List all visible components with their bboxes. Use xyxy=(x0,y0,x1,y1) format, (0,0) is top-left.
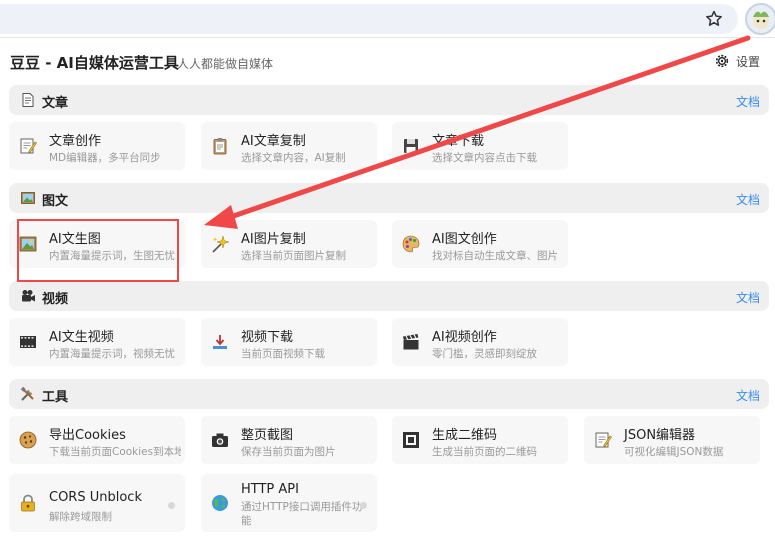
section-tools: 工具 文档 xyxy=(9,379,769,409)
card-title: 视频下载 xyxy=(241,330,294,345)
card-title: HTTP API xyxy=(241,482,299,497)
card-title: 文章创作 xyxy=(49,134,102,149)
card-video-download[interactable]: 视频下载 当前页面视频下载 xyxy=(201,318,377,366)
section-article: 文章 文档 xyxy=(9,85,769,115)
picture-icon xyxy=(21,192,35,204)
card-title: 文章下载 xyxy=(432,134,485,149)
card-description: 找对标自动生成文章、图片 xyxy=(432,250,558,262)
section-title: 视频 xyxy=(42,292,69,307)
avatar-image-icon xyxy=(753,11,769,29)
card-title: JSON编辑器 xyxy=(624,428,696,443)
clapper-icon xyxy=(403,334,419,350)
card-description: 生成当前页面的二维码 xyxy=(432,446,537,458)
doc-link[interactable]: 文档 xyxy=(736,93,760,110)
tools-icon xyxy=(20,386,34,401)
card-description: 选择文章内容，AI复制 xyxy=(241,152,346,164)
card-ai-article-copy[interactable]: AI文章复制 选择文章内容，AI复制 xyxy=(201,122,377,170)
card-export-cookies[interactable]: 导出Cookies 下载当前页面Cookies到本地 xyxy=(9,416,185,464)
card-ai-image-copy[interactable]: AI图片复制 选择当前页面图片复制 xyxy=(201,220,377,268)
floppy-icon xyxy=(404,139,418,153)
doc-link[interactable]: 文档 xyxy=(736,289,760,306)
card-title: CORS Unblock xyxy=(49,490,142,505)
doc-link[interactable]: 文档 xyxy=(736,387,760,404)
address-bar[interactable] xyxy=(0,4,738,34)
card-description: 选择文章内容点击下载 xyxy=(432,152,537,164)
section-image-text: 图文 文档 xyxy=(9,183,769,213)
sparkle-icon xyxy=(212,235,230,253)
card-description: 通过HTTP接口调用插件功能 xyxy=(241,501,363,527)
extension-header: 豆豆 - AI自媒体运营工具 人人都能做自媒体 设置 xyxy=(0,38,775,84)
profile-avatar[interactable] xyxy=(745,3,775,35)
app-subtitle: 人人都能做自媒体 xyxy=(177,57,274,71)
card-http-api[interactable]: HTTP API 通过HTTP接口调用插件功能 xyxy=(201,474,377,532)
card-description: 选择当前页面图片复制 xyxy=(241,250,346,262)
download-icon xyxy=(213,335,227,349)
globe-icon xyxy=(212,495,228,511)
card-title: 生成二维码 xyxy=(432,428,498,443)
section-title: 工具 xyxy=(42,390,69,405)
highlight-box xyxy=(17,219,179,282)
toggle-indicator[interactable] xyxy=(360,502,367,509)
doc-link[interactable]: 文档 xyxy=(736,191,760,208)
section-title: 文章 xyxy=(42,96,69,111)
clipboard-icon xyxy=(213,138,227,155)
card-title: AI文生视频 xyxy=(49,330,114,345)
gear-icon xyxy=(715,54,729,68)
qrcode-icon xyxy=(403,432,419,448)
palette-icon xyxy=(402,235,420,253)
card-generate-qrcode[interactable]: 生成二维码 生成当前页面的二维码 xyxy=(392,416,568,464)
card-description: 解除跨域限制 xyxy=(49,511,112,523)
settings-label: 设置 xyxy=(736,54,761,69)
card-description: 保存当前页面为图片 xyxy=(241,446,336,458)
video-camera-icon xyxy=(22,290,35,302)
film-icon xyxy=(20,336,36,348)
card-cors-unblock[interactable]: CORS Unblock 解除跨域限制 xyxy=(9,474,185,532)
card-ai-video-create[interactable]: AI视频创作 零门槛，灵感即刻绽放 xyxy=(392,318,568,366)
lock-icon xyxy=(21,494,35,512)
card-title: AI视频创作 xyxy=(432,330,497,345)
card-description: 零门槛，灵感即刻绽放 xyxy=(432,348,537,360)
browser-toolbar xyxy=(0,0,775,38)
card-title: AI图文创作 xyxy=(432,232,497,247)
edit-icon xyxy=(20,138,37,154)
card-title: 整页截图 xyxy=(241,428,294,443)
card-description: 下载当前页面Cookies到本地 xyxy=(49,446,181,458)
card-title: AI图片复制 xyxy=(241,232,306,247)
card-ai-text-to-video[interactable]: AI文生视频 内置海量提示词，视频无忧 xyxy=(9,318,185,366)
card-full-page-screenshot[interactable]: 整页截图 保存当前页面为图片 xyxy=(201,416,377,464)
card-description: 当前页面视频下载 xyxy=(241,348,325,360)
bookmark-star-icon[interactable] xyxy=(704,9,724,29)
card-description: 可视化编辑JSON数据 xyxy=(624,446,724,458)
cookie-icon xyxy=(19,431,37,449)
toggle-indicator[interactable] xyxy=(168,502,175,509)
card-article-download[interactable]: 文章下载 选择文章内容点击下载 xyxy=(392,122,568,170)
card-description: MD编辑器，多平台同步 xyxy=(49,152,161,164)
settings-button[interactable]: 设置 xyxy=(714,52,760,70)
camera-icon xyxy=(212,433,228,447)
document-icon xyxy=(22,93,34,107)
card-title: AI文章复制 xyxy=(241,134,306,149)
card-json-editor[interactable]: JSON编辑器 可视化编辑JSON数据 xyxy=(584,416,760,464)
card-title: 导出Cookies xyxy=(49,428,126,443)
json-edit-icon xyxy=(595,432,612,448)
card-description: 内置海量提示词，视频无忧 xyxy=(49,348,175,360)
section-title: 图文 xyxy=(42,194,69,209)
card-ai-image-text-create[interactable]: AI图文创作 找对标自动生成文章、图片 xyxy=(392,220,568,268)
app-title: 豆豆 - AI自媒体运营工具 xyxy=(10,54,179,72)
section-video: 视频 文档 xyxy=(9,281,769,311)
card-article-create[interactable]: 文章创作 MD编辑器，多平台同步 xyxy=(9,122,185,170)
